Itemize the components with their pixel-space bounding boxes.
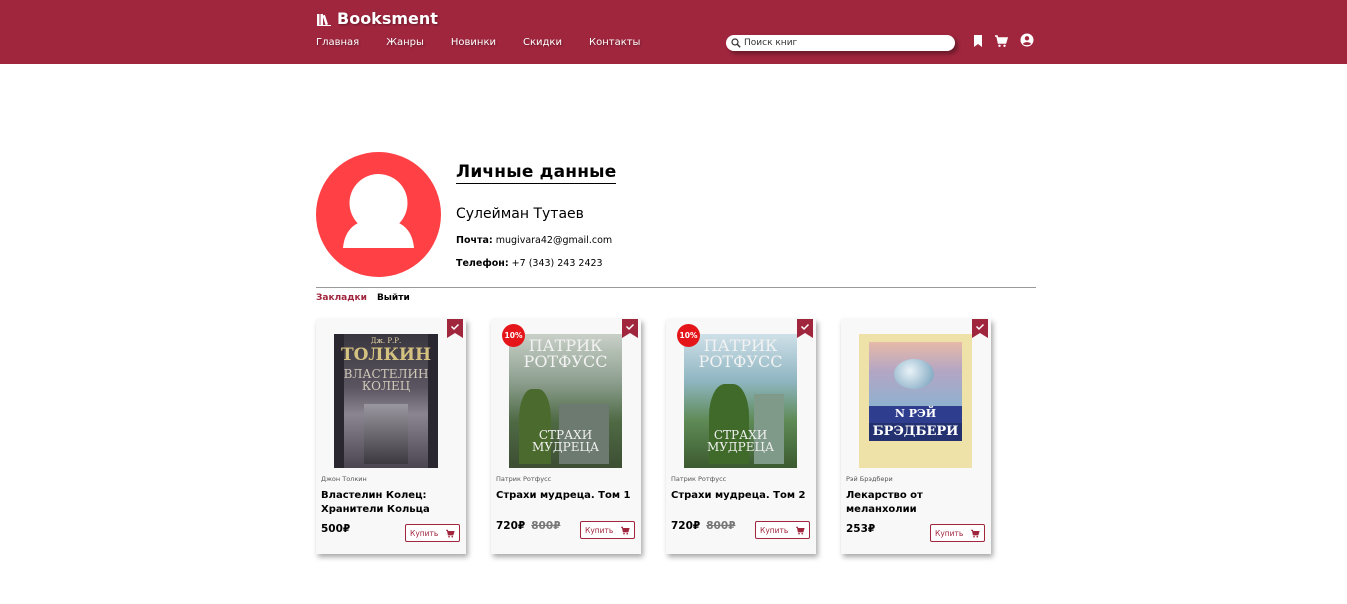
user-silhouette-icon — [343, 174, 414, 248]
current-price: 720₽ — [496, 520, 526, 532]
buy-button[interactable]: Купить — [580, 521, 635, 539]
search-icon — [731, 38, 741, 48]
email-label: Почта: — [456, 235, 493, 246]
cover-author: N РЭЙ — [894, 407, 937, 420]
book-author: Рэй Брэдбери — [846, 475, 893, 483]
tab-bookmarks[interactable]: Закладки — [316, 293, 367, 303]
buy-button[interactable]: Купить — [755, 521, 810, 539]
cover-author: Дж. Р.Р. — [370, 337, 402, 345]
nav-new[interactable]: Новинки — [451, 37, 496, 48]
book-cover[interactable]: Дж. Р.Р. ТОЛКИН ВЛАСТЕЛИН КОЛЕЦ — [334, 334, 438, 468]
current-price: 720₽ — [671, 520, 701, 532]
book-title[interactable]: Страхи мудреца. Том 2 — [671, 489, 811, 503]
book-price: 720₽ 800₽ — [496, 520, 560, 532]
cart-icon — [971, 529, 980, 538]
buy-label: Купить — [760, 525, 789, 535]
bookmark-icon[interactable] — [971, 34, 985, 48]
nav-home[interactable]: Главная — [316, 37, 359, 48]
section-title: Личные данные — [456, 162, 617, 184]
cover-title: ПАТРИК РОТФУСС — [698, 336, 783, 371]
bookmark-check-icon[interactable] — [972, 319, 988, 338]
book-author: Патрик Ротфусс — [496, 475, 552, 483]
bookmark-check-icon[interactable] — [622, 319, 638, 338]
brand-logo[interactable]: Booksment — [316, 9, 438, 28]
book-title[interactable]: Властелин Колец: Хранители Кольца — [321, 489, 461, 517]
nav-contacts[interactable]: Контакты — [589, 37, 640, 48]
search-input[interactable] — [744, 38, 944, 48]
cart-icon — [796, 526, 805, 535]
cover-subtitle: СТРАХИ МУДРЕЦА — [531, 428, 600, 454]
books-icon — [317, 13, 331, 26]
book-cover[interactable]: ПАТРИК РОТФУСС СТРАХИ МУДРЕЦА — [509, 334, 622, 468]
book-price: 720₽ 800₽ — [671, 520, 735, 532]
buy-label: Купить — [585, 525, 614, 535]
user-name: Сулейман Тутаев — [456, 206, 584, 222]
main-nav: Главная Жанры Новинки Скидки Контакты — [316, 37, 667, 48]
cart-icon[interactable] — [994, 34, 1008, 48]
profile-tabs: Закладки Выйти — [316, 293, 410, 303]
divider — [316, 287, 1036, 288]
phone-label: Телефон: — [456, 258, 509, 269]
buy-label: Купить — [410, 528, 439, 538]
book-title[interactable]: Лекарство от меланхолии — [846, 489, 986, 517]
cart-icon — [621, 526, 630, 535]
book-price: 253₽ — [846, 523, 875, 535]
cover-subtitle: ВЛАСТЕЛИН КОЛЕЦ — [343, 367, 429, 393]
buy-button[interactable]: Купить — [930, 524, 985, 542]
discount-badge: 10% — [677, 324, 700, 347]
cover-title: ПАТРИК РОТФУСС — [523, 336, 608, 371]
book-cover[interactable]: ПАТРИК РОТФУСС СТРАХИ МУДРЕЦА — [684, 334, 797, 468]
current-price: 253₽ — [846, 523, 876, 535]
nav-genres[interactable]: Жанры — [386, 37, 424, 48]
book-author: Джон Толкин — [321, 475, 367, 483]
old-price: 800₽ — [531, 520, 561, 532]
book-card[interactable]: ПАТРИК РОТФУСС СТРАХИ МУДРЕЦА 10% Патрик Р… — [491, 319, 641, 554]
book-card[interactable]: ПАТРИК РОТФУСС СТРАХИ МУДРЕЦА 10% Патрик Р… — [666, 319, 816, 554]
book-cover[interactable]: N РЭЙ БРЭДБЕРИ — [859, 334, 972, 468]
bookmark-check-icon[interactable] — [447, 319, 463, 338]
cover-subtitle: СТРАХИ МУДРЕЦА — [706, 428, 775, 454]
nav-sales[interactable]: Скидки — [523, 37, 562, 48]
book-title[interactable]: Страхи мудреца. Том 1 — [496, 489, 636, 503]
bookmark-check-icon[interactable] — [797, 319, 813, 338]
phone-row: Телефон: +7 (343) 243 2423 — [456, 258, 603, 269]
cover-title: БРЭДБЕРИ — [872, 424, 959, 439]
tab-logout[interactable]: Выйти — [377, 293, 410, 303]
top-header: Booksment Главная Жанры Новинки Скидки К… — [0, 0, 1347, 64]
user-circle-icon[interactable] — [1020, 33, 1034, 47]
current-price: 500₽ — [321, 523, 351, 535]
book-card[interactable]: Дж. Р.Р. ТОЛКИН ВЛАСТЕЛИН КОЛЕЦ Джон Толк… — [316, 319, 466, 554]
book-price: 500₽ — [321, 523, 350, 535]
brand-name: Booksment — [337, 9, 438, 28]
book-card[interactable]: N РЭЙ БРЭДБЕРИ Рэй Брэдбери Лекарство от… — [841, 319, 991, 554]
email-row: Почта: mugivara42@gmail.com — [456, 235, 612, 246]
book-author: Патрик Ротфусс — [671, 475, 727, 483]
buy-label: Купить — [935, 528, 964, 538]
avatar — [316, 152, 441, 277]
email-value: mugivara42@gmail.com — [495, 235, 613, 246]
old-price: 800₽ — [706, 520, 736, 532]
cart-icon — [446, 529, 455, 538]
discount-badge: 10% — [502, 324, 525, 347]
cover-title: ТОЛКИН — [340, 345, 432, 365]
buy-button[interactable]: Купить — [405, 524, 460, 542]
phone-value: +7 (343) 243 2423 — [511, 258, 603, 269]
search-box[interactable] — [726, 35, 955, 51]
